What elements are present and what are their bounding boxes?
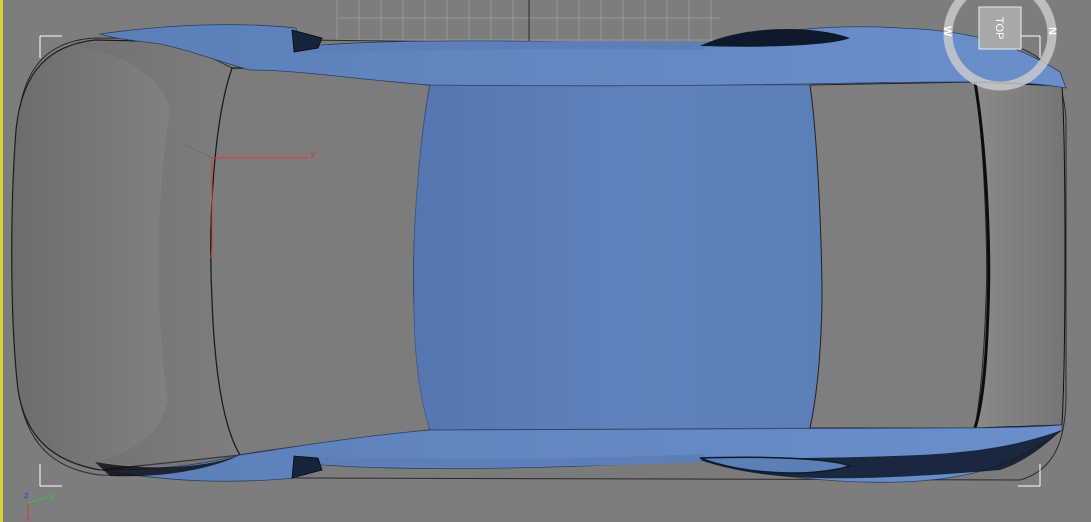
viewcube-label: TOP	[993, 17, 1005, 39]
top-viewport[interactable]: y x TOP N W z y x	[0, 0, 1091, 522]
world-y-label: y	[50, 492, 56, 502]
world-z-label: z	[24, 491, 29, 501]
compass-north-label[interactable]: N	[1046, 27, 1058, 35]
world-x-label: x	[25, 514, 31, 522]
car-rear-window[interactable]	[809, 81, 988, 429]
viewport-scene[interactable]: y x TOP N W z y x	[0, 0, 1091, 522]
world-axis-tripod: z y x	[24, 491, 56, 522]
car-body[interactable]	[11, 24, 1067, 483]
compass-west-label[interactable]: W	[941, 26, 953, 37]
local-y-label: y	[310, 149, 316, 159]
local-x-label: x	[209, 251, 215, 261]
car-roof[interactable]	[413, 84, 823, 431]
car-windshield[interactable]	[210, 67, 431, 456]
top-door-gap	[299, 41, 706, 54]
